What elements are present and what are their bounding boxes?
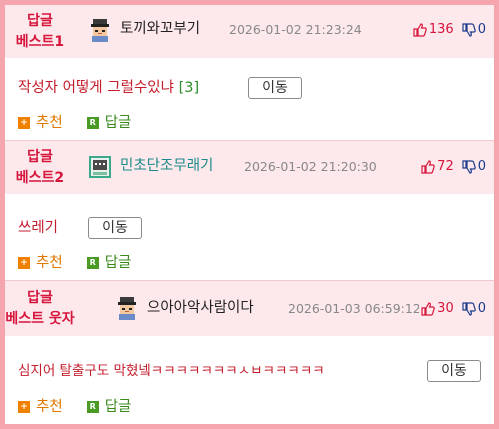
reply-text[interactable]: 쓰레기 — [18, 218, 58, 238]
nickname-link[interactable]: 토끼와꼬부기 — [120, 19, 200, 39]
move-button[interactable]: 이동 — [88, 217, 142, 239]
best-badge: 답글 베스트1 — [5, 5, 75, 58]
move-button[interactable]: 이동 — [427, 360, 481, 382]
recommend-label: 추천 — [36, 115, 63, 131]
badge-line2: 베스트 웃자 — [5, 310, 75, 327]
reply-button[interactable]: R 답글 — [86, 253, 132, 273]
like-count: 30 — [437, 301, 454, 316]
best-badge: 답글 베스트2 — [5, 141, 75, 194]
recommend-button[interactable]: + 추천 — [18, 253, 63, 273]
plus-icon: + — [18, 117, 30, 129]
plus-icon: + — [18, 257, 30, 269]
post-date: 2026-01-02 21:20:30 — [244, 159, 377, 174]
reply-button[interactable]: R 답글 — [86, 397, 132, 417]
like-count: 72 — [437, 159, 454, 174]
post-date: 2026-01-02 21:23:24 — [229, 22, 362, 37]
vote-group: 30 0 — [419, 300, 486, 318]
thumbs-down-icon — [462, 302, 476, 316]
dislike-count: 0 — [477, 22, 486, 37]
divider — [5, 140, 494, 141]
badge-line1: 답글 — [27, 289, 53, 306]
reply-title: 작성자 어떻게 그럴수있냐 — [18, 80, 174, 96]
vote-group: 136 0 — [410, 21, 486, 39]
like-button[interactable]: 72 — [421, 158, 454, 176]
reply-label: 답글 — [104, 115, 132, 131]
recommend-button[interactable]: + 추천 — [18, 113, 63, 133]
badge-line2: 베스트1 — [15, 33, 65, 50]
badge-line1: 답글 — [27, 148, 53, 165]
reply-button[interactable]: R 답글 — [86, 113, 132, 133]
dislike-button[interactable]: 0 — [462, 158, 486, 176]
best-replies-panel: 답글 베스트1 토끼와꼬부기 2026-01-02 21:23:24 136 0… — [5, 5, 494, 424]
user-avatar-icon[interactable] — [88, 155, 112, 179]
plus-icon: + — [18, 401, 30, 413]
recommend-label: 추천 — [36, 399, 63, 415]
like-count: 136 — [428, 22, 454, 37]
user-avatar-icon[interactable] — [115, 296, 139, 320]
reply-label: 답글 — [104, 255, 132, 271]
nickname-link[interactable]: 민초단조무래기 — [120, 156, 213, 176]
like-button[interactable]: 136 — [413, 21, 454, 39]
reply-actions: + 추천 R 답글 — [18, 113, 131, 133]
vote-group: 72 0 — [419, 158, 486, 176]
user-avatar-icon[interactable] — [88, 18, 112, 42]
reply-actions: + 추천 R 답글 — [18, 253, 131, 273]
thumbs-down-icon — [462, 23, 476, 37]
reply-title: 쓰레기 — [18, 220, 59, 236]
recommend-button[interactable]: + 추천 — [18, 397, 63, 417]
thumbs-up-icon — [421, 302, 435, 316]
reply-r-icon: R — [86, 401, 99, 413]
best-badge: 답글 베스트 웃자 — [5, 281, 75, 336]
thumbs-up-icon — [421, 160, 435, 174]
thumbs-down-icon — [462, 160, 476, 174]
dislike-button[interactable]: 0 — [462, 300, 486, 318]
recommend-label: 추천 — [36, 255, 63, 271]
like-button[interactable]: 30 — [421, 300, 454, 318]
badge-line2: 베스트2 — [15, 169, 65, 186]
dislike-count: 0 — [477, 301, 486, 316]
comment-count: [3] — [178, 80, 200, 96]
divider — [5, 280, 494, 281]
thumbs-up-icon — [413, 23, 427, 37]
reply-r-icon: R — [86, 117, 99, 129]
reply-actions: + 추천 R 답글 — [18, 397, 131, 417]
post-date: 2026-01-03 06:59:12 — [288, 301, 421, 316]
move-button[interactable]: 이동 — [248, 77, 302, 99]
badge-line1: 답글 — [27, 12, 53, 29]
reply-text[interactable]: 작성자 어떻게 그럴수있냐 [3] — [18, 78, 199, 98]
reply-label: 답글 — [104, 399, 132, 415]
reply-r-icon: R — [86, 257, 99, 269]
reply-text[interactable]: 심지어 탈출구도 막혔넼ㅋㅋㅋㅋㅋㅋㅋㅅㅂㅋㅋㅋㅋㅋ — [18, 361, 325, 381]
dislike-count: 0 — [477, 159, 486, 174]
dislike-button[interactable]: 0 — [462, 21, 486, 39]
reply-title: 심지어 탈출구도 막혔넼ㅋㅋㅋㅋㅋㅋㅋㅅㅂㅋㅋㅋㅋㅋ — [18, 363, 325, 379]
nickname-link[interactable]: 으아아악사람이다 — [147, 298, 254, 318]
